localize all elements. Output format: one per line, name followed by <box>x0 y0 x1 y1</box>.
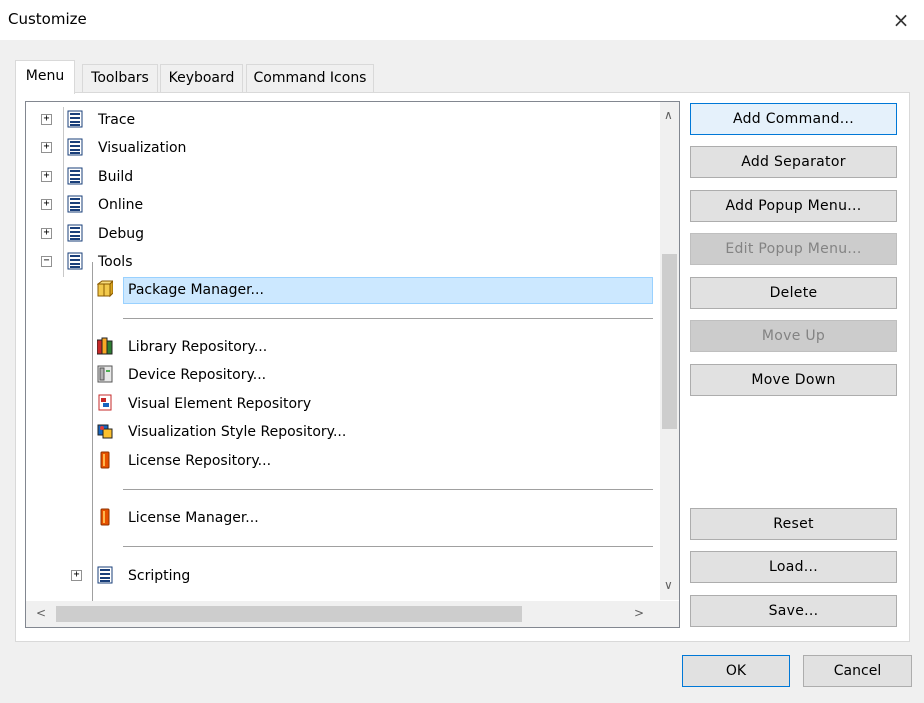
add-popup-menu-button[interactable]: Add Popup Menu... <box>690 190 897 222</box>
menu-separator[interactable] <box>123 318 653 319</box>
edit-popup-menu-button[interactable]: Edit Popup Menu... <box>690 233 897 265</box>
tab-menu[interactable]: Menu <box>15 60 75 94</box>
vertical-scrollbar[interactable]: ∧ ∨ <box>660 102 679 600</box>
scroll-thumb[interactable] <box>56 606 522 622</box>
tree-item-visualization-style-repository[interactable]: Visualization Style Repository... <box>128 424 346 440</box>
menu-icon <box>67 195 83 213</box>
move-down-button[interactable]: Move Down <box>690 364 897 396</box>
tree-item-debug[interactable]: Debug <box>98 226 144 242</box>
horizontal-scrollbar[interactable]: < > <box>26 601 662 627</box>
expand-icon[interactable]: + <box>71 570 82 581</box>
tab-toolbars[interactable]: Toolbars <box>82 64 158 92</box>
menu-separator[interactable] <box>123 489 653 490</box>
tree-item-online[interactable]: Online <box>98 197 143 213</box>
tree-item-license-repository[interactable]: License Repository... <box>128 453 271 469</box>
tree-item-visual-element-repository[interactable]: Visual Element Repository <box>128 396 311 412</box>
tree-item-visualization[interactable]: Visualization <box>98 140 186 156</box>
move-up-button[interactable]: Move Up <box>690 320 897 352</box>
expand-icon[interactable]: + <box>41 114 52 125</box>
tree-guide-line <box>63 107 64 277</box>
tree-item-scripting[interactable]: Scripting <box>128 568 190 584</box>
add-command-button[interactable]: Add Command... <box>690 103 897 135</box>
library-icon <box>97 337 113 355</box>
scroll-left-icon[interactable]: < <box>36 606 46 620</box>
cancel-button[interactable]: Cancel <box>803 655 912 687</box>
save-button[interactable]: Save... <box>690 595 897 627</box>
visual-element-icon <box>98 394 112 411</box>
tree-guide-line <box>92 262 93 602</box>
tree-item-device-repository[interactable]: Device Repository... <box>128 367 266 383</box>
add-separator-button[interactable]: Add Separator <box>690 146 897 178</box>
reset-button[interactable]: Reset <box>690 508 897 540</box>
collapse-icon[interactable]: − <box>41 256 52 267</box>
scroll-corner <box>660 601 679 627</box>
license-icon <box>100 451 110 469</box>
delete-button[interactable]: Delete <box>690 277 897 309</box>
scroll-right-icon[interactable]: > <box>634 606 644 620</box>
menu-icon <box>67 167 83 185</box>
package-icon <box>97 280 113 298</box>
tree-item-trace[interactable]: Trace <box>98 112 135 128</box>
expand-icon[interactable]: + <box>41 199 52 210</box>
menu-icon <box>67 138 83 156</box>
expand-icon[interactable]: + <box>41 171 52 182</box>
tree-item-build[interactable]: Build <box>98 169 133 185</box>
title-bar: Customize × <box>0 0 924 40</box>
window-title: Customize <box>8 10 87 28</box>
scroll-thumb[interactable] <box>662 254 677 429</box>
tab-command-icons[interactable]: Command Icons <box>246 64 374 92</box>
menu-icon <box>67 110 83 128</box>
menu-tree[interactable]: + Trace + Visualization + Build + Online… <box>25 101 680 628</box>
scroll-down-icon[interactable]: ∨ <box>664 578 673 592</box>
tab-keyboard[interactable]: Keyboard <box>160 64 243 92</box>
load-button[interactable]: Load... <box>690 551 897 583</box>
license-icon <box>100 508 110 526</box>
tree-item-tools[interactable]: Tools <box>98 254 133 270</box>
ok-button[interactable]: OK <box>682 655 790 687</box>
close-icon[interactable]: × <box>878 0 924 40</box>
tree-item-package-manager[interactable]: Package Manager... <box>128 282 264 298</box>
menu-separator[interactable] <box>123 546 653 547</box>
tree-item-library-repository[interactable]: Library Repository... <box>128 339 267 355</box>
tree-item-license-manager[interactable]: License Manager... <box>128 510 259 526</box>
device-icon <box>97 365 113 383</box>
expand-icon[interactable]: + <box>41 142 52 153</box>
scroll-up-icon[interactable]: ∧ <box>664 108 673 122</box>
menu-icon <box>97 566 113 584</box>
visualization-style-icon <box>97 424 113 439</box>
expand-icon[interactable]: + <box>41 228 52 239</box>
menu-icon <box>67 252 83 270</box>
menu-icon <box>67 224 83 242</box>
